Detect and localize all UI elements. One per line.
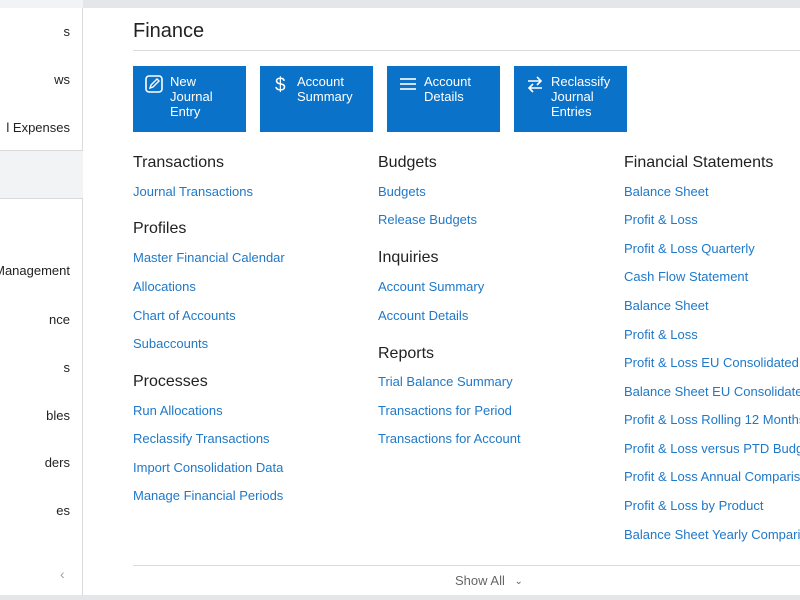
main-content: Finance New Journal Entry $ Account Summ… bbox=[83, 8, 800, 595]
link-profit-loss[interactable]: Profit & Loss bbox=[624, 212, 698, 227]
footer-divider bbox=[133, 565, 800, 566]
link-chart-of-accounts[interactable]: Chart of Accounts bbox=[133, 308, 236, 323]
sidebar-item[interactable]: bles bbox=[46, 408, 70, 423]
account-summary-tile[interactable]: $ Account Summary bbox=[260, 66, 373, 132]
sidebar-item[interactable]: s bbox=[64, 24, 71, 39]
link-release-budgets[interactable]: Release Budgets bbox=[378, 212, 477, 227]
link-import-consolidation-data[interactable]: Import Consolidation Data bbox=[133, 460, 283, 475]
chevron-left-icon[interactable]: ‹ bbox=[60, 566, 65, 582]
link-budgets[interactable]: Budgets bbox=[378, 184, 426, 199]
section-title-financial-statements: Financial Statements bbox=[624, 154, 774, 171]
section-title-inquiries: Inquiries bbox=[378, 249, 439, 266]
tile-label: Account Summary bbox=[297, 74, 353, 104]
link-balance-sheet-yearly-comparison[interactable]: Balance Sheet Yearly Comparison bbox=[624, 527, 800, 542]
link-run-allocations[interactable]: Run Allocations bbox=[133, 403, 223, 418]
sidebar-panel-bottom: Management nce s bles ders es bbox=[0, 198, 83, 597]
title-divider bbox=[133, 50, 800, 51]
link-cash-flow-statement[interactable]: Cash Flow Statement bbox=[624, 269, 748, 284]
link-profit-loss-annual-comparison[interactable]: Profit & Loss Annual Comparison bbox=[624, 469, 800, 484]
link-profit-loss-2[interactable]: Profit & Loss bbox=[624, 327, 698, 342]
link-journal-transactions[interactable]: Journal Transactions bbox=[133, 184, 253, 199]
section-title-processes: Processes bbox=[133, 373, 208, 390]
link-account-details[interactable]: Account Details bbox=[378, 308, 468, 323]
link-profit-loss-quarterly[interactable]: Profit & Loss Quarterly bbox=[624, 241, 755, 256]
swap-arrows-icon bbox=[527, 76, 543, 93]
chevron-down-icon: ⌄ bbox=[514, 576, 523, 587]
link-subaccounts[interactable]: Subaccounts bbox=[133, 336, 208, 351]
sidebar-item[interactable]: s bbox=[64, 360, 71, 375]
sidebar-item[interactable]: ws bbox=[54, 72, 70, 87]
bottom-bar bbox=[0, 595, 800, 600]
sidebar-item[interactable]: Management bbox=[0, 263, 70, 278]
link-profit-loss-by-product[interactable]: Profit & Loss by Product bbox=[624, 498, 763, 513]
link-profit-loss-versus-ptd-budget[interactable]: Profit & Loss versus PTD Budget bbox=[624, 441, 800, 456]
show-all-button[interactable]: Show All ⌄ bbox=[455, 573, 523, 588]
link-account-summary[interactable]: Account Summary bbox=[378, 279, 484, 294]
page-title: Finance bbox=[133, 20, 205, 42]
tile-label: Account Details bbox=[424, 74, 471, 104]
show-all-label: Show All bbox=[455, 573, 505, 588]
sidebar-item[interactable]: ders bbox=[45, 455, 70, 470]
sidebar-item[interactable]: l Expenses bbox=[6, 120, 70, 135]
link-manage-financial-periods[interactable]: Manage Financial Periods bbox=[133, 488, 283, 503]
edit-icon bbox=[145, 75, 163, 93]
link-balance-sheet-eu-consolidated[interactable]: Balance Sheet EU Consolidated bbox=[624, 384, 800, 399]
link-transactions-for-period[interactable]: Transactions for Period bbox=[378, 403, 512, 418]
section-title-transactions: Transactions bbox=[133, 154, 224, 171]
sidebar-item[interactable]: es bbox=[56, 503, 70, 518]
sidebar-item[interactable]: nce bbox=[49, 312, 70, 327]
link-balance-sheet-2[interactable]: Balance Sheet bbox=[624, 298, 709, 313]
link-reclassify-transactions[interactable]: Reclassify Transactions bbox=[133, 431, 270, 446]
list-icon bbox=[400, 78, 416, 90]
new-journal-entry-tile[interactable]: New Journal Entry bbox=[133, 66, 246, 132]
tile-label: New Journal Entry bbox=[170, 74, 213, 119]
link-profit-loss-eu-consolidated[interactable]: Profit & Loss EU Consolidated bbox=[624, 355, 799, 370]
reclassify-journal-entries-tile[interactable]: Reclassify Journal Entries bbox=[514, 66, 627, 132]
section-title-budgets: Budgets bbox=[378, 154, 437, 171]
link-balance-sheet[interactable]: Balance Sheet bbox=[624, 184, 709, 199]
link-master-financial-calendar[interactable]: Master Financial Calendar bbox=[133, 250, 285, 265]
link-allocations[interactable]: Allocations bbox=[133, 279, 196, 294]
svg-text:$: $ bbox=[275, 75, 286, 94]
account-details-tile[interactable]: Account Details bbox=[387, 66, 500, 132]
link-trial-balance-summary[interactable]: Trial Balance Summary bbox=[378, 374, 513, 389]
tile-label: Reclassify Journal Entries bbox=[551, 74, 611, 119]
dollar-icon: $ bbox=[275, 75, 286, 94]
section-title-profiles: Profiles bbox=[133, 220, 187, 237]
link-transactions-for-account[interactable]: Transactions for Account bbox=[378, 431, 521, 446]
sidebar-panel-top: s ws l Expenses bbox=[0, 8, 83, 151]
link-profit-loss-rolling-12-months[interactable]: Profit & Loss Rolling 12 Months bbox=[624, 412, 800, 427]
section-title-reports: Reports bbox=[378, 345, 435, 362]
sidebar: s ws l Expenses Management nce s bles de… bbox=[0, 0, 83, 600]
